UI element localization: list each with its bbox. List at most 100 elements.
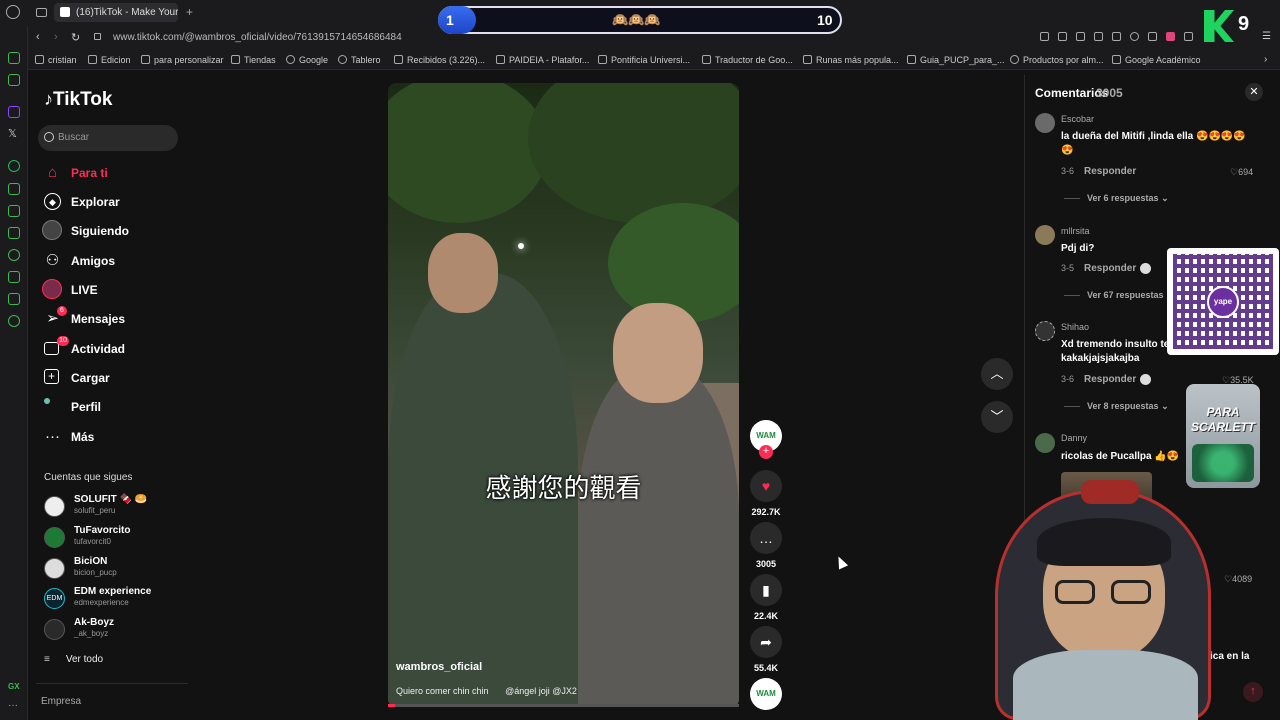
bookmark-item[interactable]: Tiendas	[231, 55, 276, 65]
nav-explorar[interactable]: ◆ Explorar	[44, 189, 194, 215]
rail-messenger-icon[interactable]	[8, 74, 20, 86]
avatar[interactable]	[1035, 113, 1055, 133]
rail-history-icon[interactable]	[8, 249, 20, 261]
comment-user[interactable]: Escobar	[1061, 114, 1094, 124]
snapshot-icon[interactable]	[1058, 32, 1067, 41]
tab-tiktok[interactable]: (16)TikTok - Make Your	[54, 3, 178, 22]
rail-play-icon[interactable]	[8, 183, 20, 195]
play-extension-icon[interactable]	[1112, 32, 1121, 41]
rail-download-icon[interactable]	[8, 271, 20, 283]
bookmark-item[interactable]: Traductor de Goo...	[702, 55, 793, 65]
view-replies-button[interactable]: Ver 8 respuestas ⌄	[1087, 401, 1169, 412]
nav-actividad[interactable]: 10 Actividad	[44, 336, 194, 362]
scroll-up-icon[interactable]: ↑	[1243, 682, 1263, 702]
rail-settings-icon[interactable]	[8, 315, 20, 327]
follow-plus-icon[interactable]: +	[759, 445, 773, 459]
back-icon[interactable]: ‹	[36, 31, 40, 43]
followed-account[interactable]: Ak-Boyz _ak_boyz	[44, 617, 194, 645]
bookmark-item[interactable]: Edicion	[88, 55, 131, 65]
see-all-link[interactable]: ≡ Ver todo	[44, 654, 103, 665]
close-comments-button[interactable]: ✕	[1245, 83, 1263, 101]
rail-heart-icon[interactable]	[8, 227, 20, 239]
bookmark-item[interactable]: Tablero	[338, 55, 381, 65]
view-replies-button[interactable]: Ver 6 respuestas ⌄	[1087, 193, 1169, 204]
extension-puzzle-icon[interactable]	[1184, 32, 1193, 41]
bookmark-item[interactable]: PAIDEIA - Platafor...	[496, 55, 589, 65]
previous-video-button[interactable]: ︿	[981, 358, 1013, 390]
x-twitter-icon[interactable]: 𝕏	[8, 127, 17, 140]
bookmark-item[interactable]: para personalizar	[141, 55, 224, 65]
footer-link-empresa[interactable]: Empresa	[41, 696, 81, 707]
forward-icon[interactable]: ›	[54, 31, 58, 43]
caption-tags[interactable]: @ángel joji @JX2	[505, 686, 577, 696]
tab-workspaces-icon[interactable]	[36, 8, 47, 17]
avatar[interactable]	[1035, 433, 1055, 453]
bookmark-item[interactable]: cristian	[35, 55, 77, 65]
share-button[interactable]: ➦	[750, 626, 782, 658]
reply-button[interactable]: Responder	[1084, 166, 1136, 177]
jar-label: PARA SCARLETT	[1191, 405, 1255, 434]
music-disc[interactable]: WAM	[750, 678, 782, 710]
nav-live[interactable]: LIVE	[42, 277, 194, 303]
bookmarks-icon[interactable]	[1148, 32, 1157, 41]
followed-account[interactable]: EDM EDM experience edmexperience	[44, 586, 194, 614]
bookmark-item[interactable]: Recibidos (3.226)...	[394, 55, 485, 65]
nav-amigos[interactable]: ⚇ Amigos	[44, 248, 194, 274]
followed-account[interactable]: SOLUFIT 🍫 🥯 solufit_peru	[44, 494, 194, 522]
comment-user[interactable]: Danny	[1061, 433, 1087, 443]
nav-para-ti[interactable]: ⌂ Para ti	[44, 160, 194, 186]
rail-pin-icon[interactable]	[8, 52, 20, 64]
translate-icon[interactable]	[1094, 32, 1103, 41]
url-field[interactable]: www.tiktok.com/@wambros_oficial/video/76…	[113, 32, 402, 43]
save-button[interactable]: ▮	[750, 574, 782, 606]
bookmark-item[interactable]: Google	[286, 55, 328, 65]
following-icon	[42, 220, 62, 240]
extension-pink-icon[interactable]	[1166, 32, 1175, 41]
bookmark-item[interactable]: Productos por alm...	[1010, 55, 1104, 65]
bookmark-page-icon[interactable]	[1040, 32, 1049, 41]
reply-button[interactable]: Responder	[1084, 374, 1136, 385]
reply-button[interactable]: Responder	[1084, 263, 1136, 274]
bookmark-item[interactable]: Google Académico	[1112, 55, 1201, 65]
twitch-icon[interactable]	[8, 106, 20, 118]
nav-mas[interactable]: ··· Más	[44, 424, 194, 450]
nav-perfil[interactable]: Perfil	[44, 394, 194, 420]
video-player[interactable]	[388, 83, 739, 707]
bookmark-item[interactable]: Runas más popula...	[803, 55, 899, 65]
bookmark-item[interactable]: Guia_PUCP_para_...	[907, 55, 1005, 65]
comment-user[interactable]: mllrsita	[1061, 226, 1090, 236]
nav-mensajes[interactable]: ➢ 6 Mensajes	[44, 306, 194, 332]
rail-grid-icon[interactable]	[8, 205, 20, 217]
nav-siguiendo[interactable]: Siguiendo	[42, 218, 194, 244]
new-tab-icon[interactable]: +	[186, 5, 193, 19]
comment-user[interactable]: Shihao	[1061, 322, 1089, 332]
nav-cargar[interactable]: + Cargar	[44, 365, 194, 391]
view-replies-button[interactable]: Ver 67 respuestas	[1087, 290, 1164, 300]
heart-extension-icon[interactable]	[1130, 32, 1139, 41]
shield-icon[interactable]	[1076, 32, 1085, 41]
comment-button[interactable]: …	[750, 522, 782, 554]
video-progress-track[interactable]	[388, 704, 739, 707]
next-video-button[interactable]: ﹀	[981, 401, 1013, 433]
opera-gx-logo-icon[interactable]	[6, 5, 20, 19]
search-input[interactable]: Buscar	[38, 125, 178, 151]
avatar[interactable]	[1035, 321, 1055, 341]
rail-cube-icon[interactable]	[8, 293, 20, 305]
menu-icon[interactable]: ☰	[1262, 31, 1271, 42]
avatar[interactable]	[1035, 225, 1055, 245]
video-author[interactable]: wambros_oficial	[396, 661, 482, 673]
bookmark-item[interactable]: Pontificia Universi...	[598, 55, 690, 65]
like-button[interactable]: ♥	[750, 470, 782, 502]
bookmarks-more-icon[interactable]: ›	[1264, 54, 1267, 65]
spotify-icon[interactable]	[8, 160, 20, 172]
reload-icon[interactable]: ↻	[71, 31, 80, 44]
avatar	[44, 619, 65, 640]
rail-more-icon[interactable]: ···	[8, 700, 18, 711]
tiktok-logo[interactable]: ♪TikTok	[44, 89, 112, 111]
comment-date: 3-6	[1061, 166, 1075, 176]
comment-likes[interactable]: ♡694	[1230, 167, 1253, 178]
gx-corner-icon[interactable]: GX	[8, 682, 20, 691]
comment-likes[interactable]: ♡4089	[1224, 574, 1252, 585]
followed-account[interactable]: BiciON bicion_pucp	[44, 556, 194, 584]
followed-account[interactable]: TuFavorcito tufavorcit0	[44, 525, 194, 553]
